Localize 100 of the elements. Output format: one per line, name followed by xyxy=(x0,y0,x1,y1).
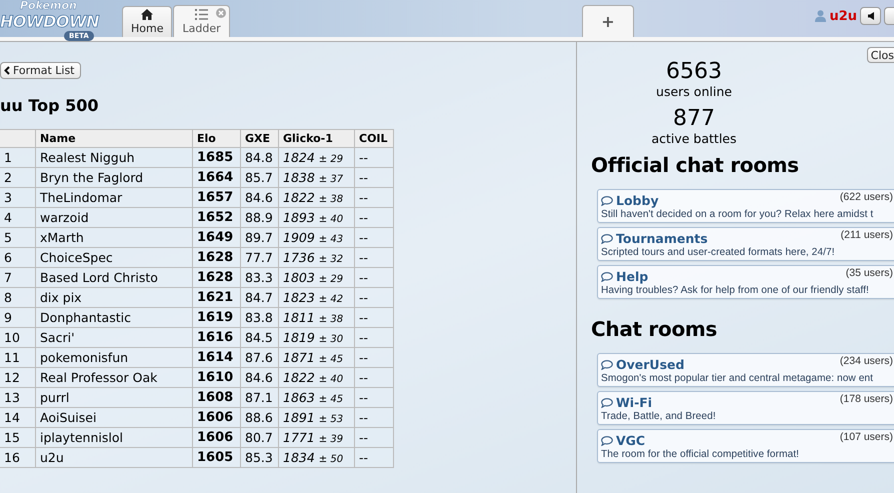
room-name: OverUsed xyxy=(616,357,684,372)
elo-cell: 1606 xyxy=(192,408,240,428)
speech-bubble-icon xyxy=(601,436,613,446)
coil-cell: -- xyxy=(354,268,394,288)
player-name[interactable]: Donphantastic xyxy=(36,308,192,328)
room-description: Scripted tours and user-created formats here, 24/7! xyxy=(601,247,836,258)
chat-room-card[interactable]: Wi-Fi (178 users) Trade, Battle, and Breed! xyxy=(597,391,894,425)
coil-cell: -- xyxy=(354,228,394,248)
rank-cell: 13 xyxy=(0,388,36,408)
glicko-cell: 1834 ± 50 xyxy=(278,448,354,468)
column-header[interactable]: Name xyxy=(36,130,192,148)
elo-cell: 1619 xyxy=(192,308,240,328)
user-count: (211 users) xyxy=(840,229,893,241)
elo-cell: 1616 xyxy=(192,328,240,348)
coil-cell: -- xyxy=(354,148,394,168)
user-count: (178 users) xyxy=(840,393,893,405)
glicko-cell: 1803 ± 29 xyxy=(278,268,354,288)
player-name[interactable]: Based Lord Christo xyxy=(36,268,192,288)
room-description: Still haven't decided on a room for you? Relax here amidst t xyxy=(601,209,874,220)
player-name[interactable]: warzoid xyxy=(36,208,192,228)
speech-bubble-icon xyxy=(601,360,613,370)
coil-cell: -- xyxy=(354,168,394,188)
player-name[interactable]: u2u xyxy=(36,448,192,468)
glicko-cell: 1811 ± 38 xyxy=(278,308,354,328)
speech-bubble-icon xyxy=(601,272,613,282)
close-button[interactable]: Clos xyxy=(866,47,894,63)
elo-cell: 1657 xyxy=(192,188,240,208)
coil-cell: -- xyxy=(354,348,394,368)
user-icon xyxy=(815,10,826,22)
rank-cell: 1 xyxy=(0,148,36,168)
glicko-cell: 1863 ± 45 xyxy=(278,388,354,408)
rank-cell: 2 xyxy=(0,168,36,188)
rank-cell: 9 xyxy=(0,308,36,328)
elo-cell: 1628 xyxy=(192,268,240,288)
player-name[interactable]: purrl xyxy=(36,388,192,408)
rank-cell: 16 xyxy=(0,448,36,468)
coil-cell: -- xyxy=(354,388,394,408)
elo-cell: 1649 xyxy=(192,228,240,248)
room-name: Tournaments xyxy=(616,231,708,246)
gxe-cell: 87.1 xyxy=(240,388,278,408)
column-header xyxy=(0,130,36,148)
column-header[interactable]: Elo xyxy=(192,130,240,148)
new-tab[interactable]: + xyxy=(582,5,634,37)
player-name[interactable]: AoiSuisei xyxy=(36,408,192,428)
room-description: Smogon's most popular tier and central metagame: now ent xyxy=(601,373,874,384)
gxe-cell: 84.6 xyxy=(240,188,278,208)
gxe-cell: 83.8 xyxy=(240,308,278,328)
rank-cell: 5 xyxy=(0,228,36,248)
tab[interactable]: Ladder xyxy=(173,5,230,37)
gxe-cell: 87.6 xyxy=(240,348,278,368)
stat-label: active battles xyxy=(651,131,737,146)
player-name[interactable]: xMarth xyxy=(36,228,192,248)
close-icon[interactable] xyxy=(216,8,226,18)
gxe-cell: 84.5 xyxy=(240,328,278,348)
elo-cell: 1605 xyxy=(192,448,240,468)
player-name[interactable]: Real Professor Oak xyxy=(36,368,192,388)
room-name: Help xyxy=(616,269,648,284)
chat-room-card[interactable]: Help (35 users) Having troubles? Ask for help from one of our friendly staff! xyxy=(597,265,894,299)
rank-cell: 10 xyxy=(0,328,36,348)
user-count: (35 users) xyxy=(846,267,893,279)
glicko-cell: 1736 ± 32 xyxy=(278,248,354,268)
speech-bubble-icon xyxy=(601,196,613,206)
player-name[interactable]: TheLindomar xyxy=(36,188,192,208)
player-name[interactable]: Realest Nigguh xyxy=(36,148,192,168)
elo-cell: 1628 xyxy=(192,248,240,268)
chat-room-card[interactable]: Lobby (622 users) Still haven't decided on a room for you? Relax here amidst t xyxy=(597,189,894,223)
player-name[interactable]: Sacri' xyxy=(36,328,192,348)
chevron-left-icon xyxy=(4,66,10,75)
rank-cell: 12 xyxy=(0,368,36,388)
column-header[interactable]: GXE xyxy=(240,130,278,148)
player-name[interactable]: iplaytennislol xyxy=(36,428,192,448)
player-name[interactable]: ChoiceSpec xyxy=(36,248,192,268)
player-name[interactable]: dix pix xyxy=(36,288,192,308)
glicko-cell: 1838 ± 37 xyxy=(278,168,354,188)
speech-bubble-icon xyxy=(601,234,613,244)
player-name[interactable]: Bryn the Faglord xyxy=(36,168,192,188)
coil-cell: -- xyxy=(354,428,394,448)
chat-room-card[interactable]: OverUsed (234 users) Smogon's most popular tier and central metagame: now ent xyxy=(597,353,894,387)
column-header[interactable]: COIL xyxy=(354,130,394,148)
gxe-cell: 89.7 xyxy=(240,228,278,248)
tab[interactable]: Home xyxy=(122,6,172,37)
room-description: Having troubles? Ask for help from one of our friendly staff! xyxy=(601,285,870,296)
coil-cell: -- xyxy=(354,368,394,388)
username[interactable]: u2u xyxy=(829,8,857,24)
sound-button[interactable] xyxy=(860,7,881,25)
chat-room-card[interactable]: Tournaments (211 users) Scripted tours and user-created formats here, 24/7! xyxy=(597,227,894,261)
glicko-cell: 1819 ± 30 xyxy=(278,328,354,348)
coil-cell: -- xyxy=(354,208,394,228)
settings-button[interactable] xyxy=(884,7,894,25)
format-list-button[interactable]: Format List xyxy=(0,62,80,79)
rank-cell: 11 xyxy=(0,348,36,368)
gxe-cell: 85.7 xyxy=(240,168,278,188)
chat-room-card[interactable]: VGC (107 users) The room for the official competitive format! xyxy=(597,429,894,463)
home-icon xyxy=(141,9,154,20)
player-name[interactable]: pokemonisfun xyxy=(36,348,192,368)
coil-cell: -- xyxy=(354,188,394,208)
elo-cell: 1614 xyxy=(192,348,240,368)
column-header[interactable]: Glicko-1 xyxy=(278,130,354,148)
rank-cell: 14 xyxy=(0,408,36,428)
rank-cell: 8 xyxy=(0,288,36,308)
